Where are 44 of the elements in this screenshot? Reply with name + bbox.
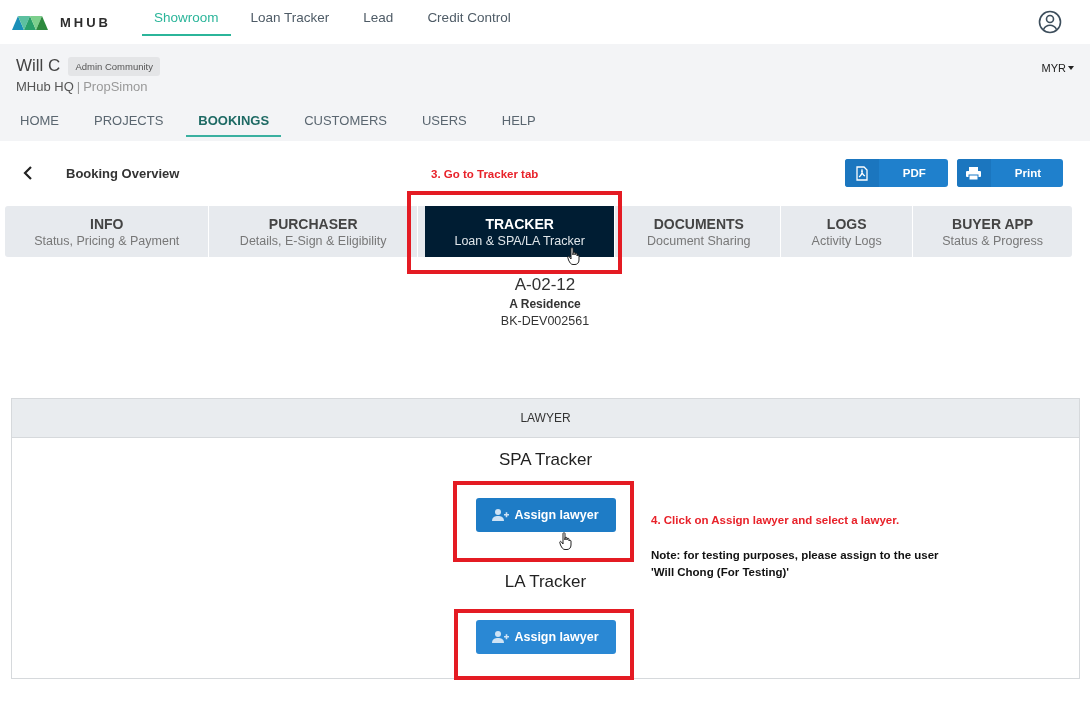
main-nav-tab[interactable]: PROJECTS xyxy=(82,106,176,137)
tracker-title: SPA Tracker xyxy=(498,450,593,470)
printer-icon xyxy=(966,166,982,180)
top-nav-tab[interactable]: Credit Control xyxy=(415,0,523,36)
pdf-file-icon xyxy=(855,165,868,181)
main-nav-tab[interactable]: HOME xyxy=(8,106,71,137)
annotation-text: 3. Go to Tracker tab xyxy=(431,168,539,180)
role-badge: Admin Community xyxy=(68,56,160,76)
booking-tab[interactable]: BUYER APP Status & Progress xyxy=(913,206,1072,257)
agency-name: PropSimon xyxy=(83,79,148,94)
main-nav-tab[interactable]: BOOKINGS xyxy=(186,106,282,137)
top-nav-tab[interactable]: Loan Tracker xyxy=(238,0,342,36)
hand-cursor-icon xyxy=(559,532,573,550)
project-name: A Residence xyxy=(509,297,581,311)
booking-tab[interactable]: TRACKER Loan & SPA/LA Tracker xyxy=(424,206,616,257)
currency-dropdown[interactable]: MYR xyxy=(1041,58,1074,78)
booking-number: BK-DEV002561 xyxy=(500,314,590,328)
annotation-text: 4. Click on Assign lawyer and select a lawyer. xyxy=(651,514,900,526)
account-icon[interactable] xyxy=(1038,10,1062,34)
panel-header: LAWYER xyxy=(12,399,1079,438)
separator: | xyxy=(76,79,81,94)
main-nav-tab[interactable]: USERS xyxy=(409,106,479,137)
assign-lawyer-button[interactable]: Assign lawyer xyxy=(475,620,616,654)
unit-number: A-02-12 xyxy=(514,275,576,295)
back-icon[interactable] xyxy=(23,166,33,180)
user-name: Will C xyxy=(16,56,61,76)
annotation-note: Note: for testing purposes, please assign to the user 'Will Chong (For Testing)' xyxy=(651,548,940,580)
booking-tab[interactable]: DOCUMENTS Document Sharing xyxy=(617,206,782,257)
tracker-title: LA Tracker xyxy=(504,572,587,592)
add-user-icon xyxy=(492,509,510,521)
assign-lawyer-button[interactable]: Assign lawyer xyxy=(475,498,616,532)
booking-tab[interactable]: PURCHASER Details, E-Sign & Eligibility xyxy=(209,206,418,257)
booking-tab[interactable]: INFO Status, Pricing & Payment xyxy=(5,206,210,257)
print-button[interactable]: Print xyxy=(956,159,1063,187)
main-nav-tab[interactable]: CUSTOMERS xyxy=(292,106,399,137)
main-nav-tab[interactable]: HELP xyxy=(489,106,548,137)
pdf-button[interactable]: PDF xyxy=(844,159,948,187)
logo-text: MHUB xyxy=(60,14,111,30)
booking-tab[interactable]: LOGS Activity Logs xyxy=(781,206,914,257)
top-nav-tab[interactable]: Lead xyxy=(351,0,406,36)
hand-cursor-icon xyxy=(567,247,581,265)
add-user-icon xyxy=(492,631,510,643)
organization-name: MHub HQ xyxy=(16,79,74,94)
page-title: Booking Overview xyxy=(66,165,180,181)
